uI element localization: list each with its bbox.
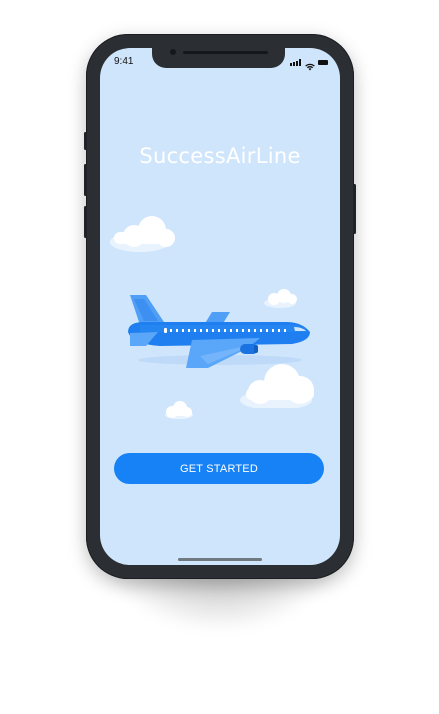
cellular-signal-icon bbox=[290, 59, 302, 66]
power-button bbox=[353, 184, 356, 234]
device-notch bbox=[152, 48, 285, 68]
phone-screen: 9:41 SuccessAirLine GET STARTED bbox=[100, 48, 340, 565]
cloud-icon bbox=[110, 216, 175, 252]
cloud-icon bbox=[264, 289, 297, 308]
status-time: 9:41 bbox=[114, 56, 134, 67]
front-camera bbox=[170, 49, 176, 55]
side-button bbox=[84, 132, 87, 150]
airplane-illustration bbox=[100, 208, 340, 436]
home-indicator[interactable] bbox=[178, 558, 262, 561]
wifi-icon bbox=[305, 58, 315, 71]
volume-down-button bbox=[84, 206, 87, 238]
cloud-icon bbox=[164, 400, 194, 420]
earpiece-speaker bbox=[183, 51, 268, 54]
cloud-icon bbox=[240, 364, 314, 410]
status-icons bbox=[290, 58, 328, 71]
mockup-stage: 9:41 SuccessAirLine GET STARTED bbox=[0, 0, 439, 714]
battery-icon bbox=[318, 60, 328, 65]
phone-frame: 9:41 SuccessAirLine GET STARTED bbox=[84, 34, 356, 579]
volume-up-button bbox=[84, 164, 87, 196]
get-started-button[interactable]: GET STARTED bbox=[114, 453, 324, 484]
app-title: SuccessAirLine bbox=[139, 144, 301, 168]
